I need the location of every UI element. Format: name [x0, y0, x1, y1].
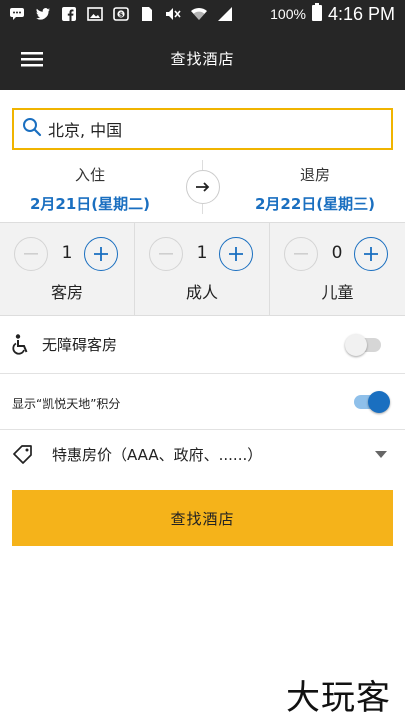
find-hotel-button[interactable]: 查找酒店 — [12, 490, 393, 546]
status-right: 100% 4:16 PM — [270, 3, 395, 25]
destination-input[interactable] — [48, 119, 368, 139]
facebook-icon — [60, 6, 78, 22]
wifi-icon — [190, 6, 208, 22]
svg-text:$: $ — [119, 11, 124, 19]
adults-value: 1 — [196, 243, 208, 263]
accessible-room-toggle[interactable] — [345, 333, 383, 357]
destination-search[interactable] — [12, 108, 393, 150]
show-points-label: 显示“凯悦天地”积分 — [12, 397, 121, 411]
checkin-date[interactable]: 入住 2月21日(星期二) — [5, 158, 175, 214]
adults-counter: 1 成人 — [135, 223, 270, 315]
tag-icon — [12, 444, 34, 468]
rooms-counter: 1 客房 — [0, 223, 135, 315]
wheelchair-icon — [12, 334, 32, 360]
rooms-decrement-button[interactable] — [14, 237, 48, 271]
toggle-knob — [345, 334, 367, 356]
date-selector: 入住 2月21日(星期二) 退房 2月22日(星期三) — [0, 158, 405, 222]
children-counter: 0 儿童 — [270, 223, 405, 315]
clock: 4:16 PM — [327, 3, 395, 24]
chevron-down-icon[interactable] — [375, 451, 387, 458]
twitter-icon — [34, 6, 52, 22]
special-rate-label: 特惠房价（AAA、政府、......） — [52, 446, 263, 464]
search-icon — [22, 117, 42, 141]
rooms-increment-button[interactable] — [84, 237, 118, 271]
battery-icon — [311, 3, 322, 25]
accessible-room-label: 无障碍客房 — [42, 336, 118, 354]
divider — [202, 204, 203, 214]
show-points-toggle[interactable] — [352, 390, 390, 414]
status-bar: $ 100% 4:16 PM — [0, 0, 405, 28]
page-title: 查找酒店 — [170, 50, 235, 68]
special-rate-row[interactable]: 特惠房价（AAA、政府、......） — [0, 430, 405, 478]
children-label: 儿童 — [321, 283, 354, 302]
adults-decrement-button[interactable] — [149, 237, 183, 271]
rooms-value: 1 — [61, 243, 73, 263]
date-arrow — [186, 170, 220, 204]
adults-increment-button[interactable] — [219, 237, 253, 271]
arrow-right-icon — [195, 178, 211, 197]
battery-percent: 100% — [270, 6, 306, 22]
mute-icon — [164, 6, 182, 22]
notification-icons: $ — [8, 5, 234, 23]
divider — [202, 160, 203, 170]
checkout-date[interactable]: 退房 2月22日(星期三) — [230, 158, 400, 214]
chat-icon — [8, 6, 26, 22]
app-bar: 查找酒店 — [0, 28, 405, 90]
checkin-label: 入住 — [74, 166, 105, 184]
watermark: 大玩客 — [286, 678, 391, 718]
image-icon — [86, 6, 104, 22]
toggle-knob — [368, 391, 390, 413]
children-value: 0 — [331, 243, 343, 263]
show-points-row: 显示“凯悦天地”积分 — [0, 374, 405, 430]
children-increment-button[interactable] — [354, 237, 388, 271]
checkin-value: 2月21日(星期二) — [29, 195, 151, 213]
dollar-icon: $ — [112, 6, 130, 22]
accessible-room-row: 无障碍客房 — [0, 316, 405, 374]
adults-label: 成人 — [185, 283, 218, 302]
rooms-label: 客房 — [50, 283, 83, 302]
sim-icon — [138, 6, 156, 22]
children-decrement-button[interactable] — [284, 237, 318, 271]
guest-counters: 1 客房 1 成人 0 儿童 — [0, 222, 405, 316]
signal-icon — [216, 6, 234, 22]
checkout-value: 2月22日(星期三) — [254, 195, 376, 213]
checkout-label: 退房 — [299, 166, 330, 184]
